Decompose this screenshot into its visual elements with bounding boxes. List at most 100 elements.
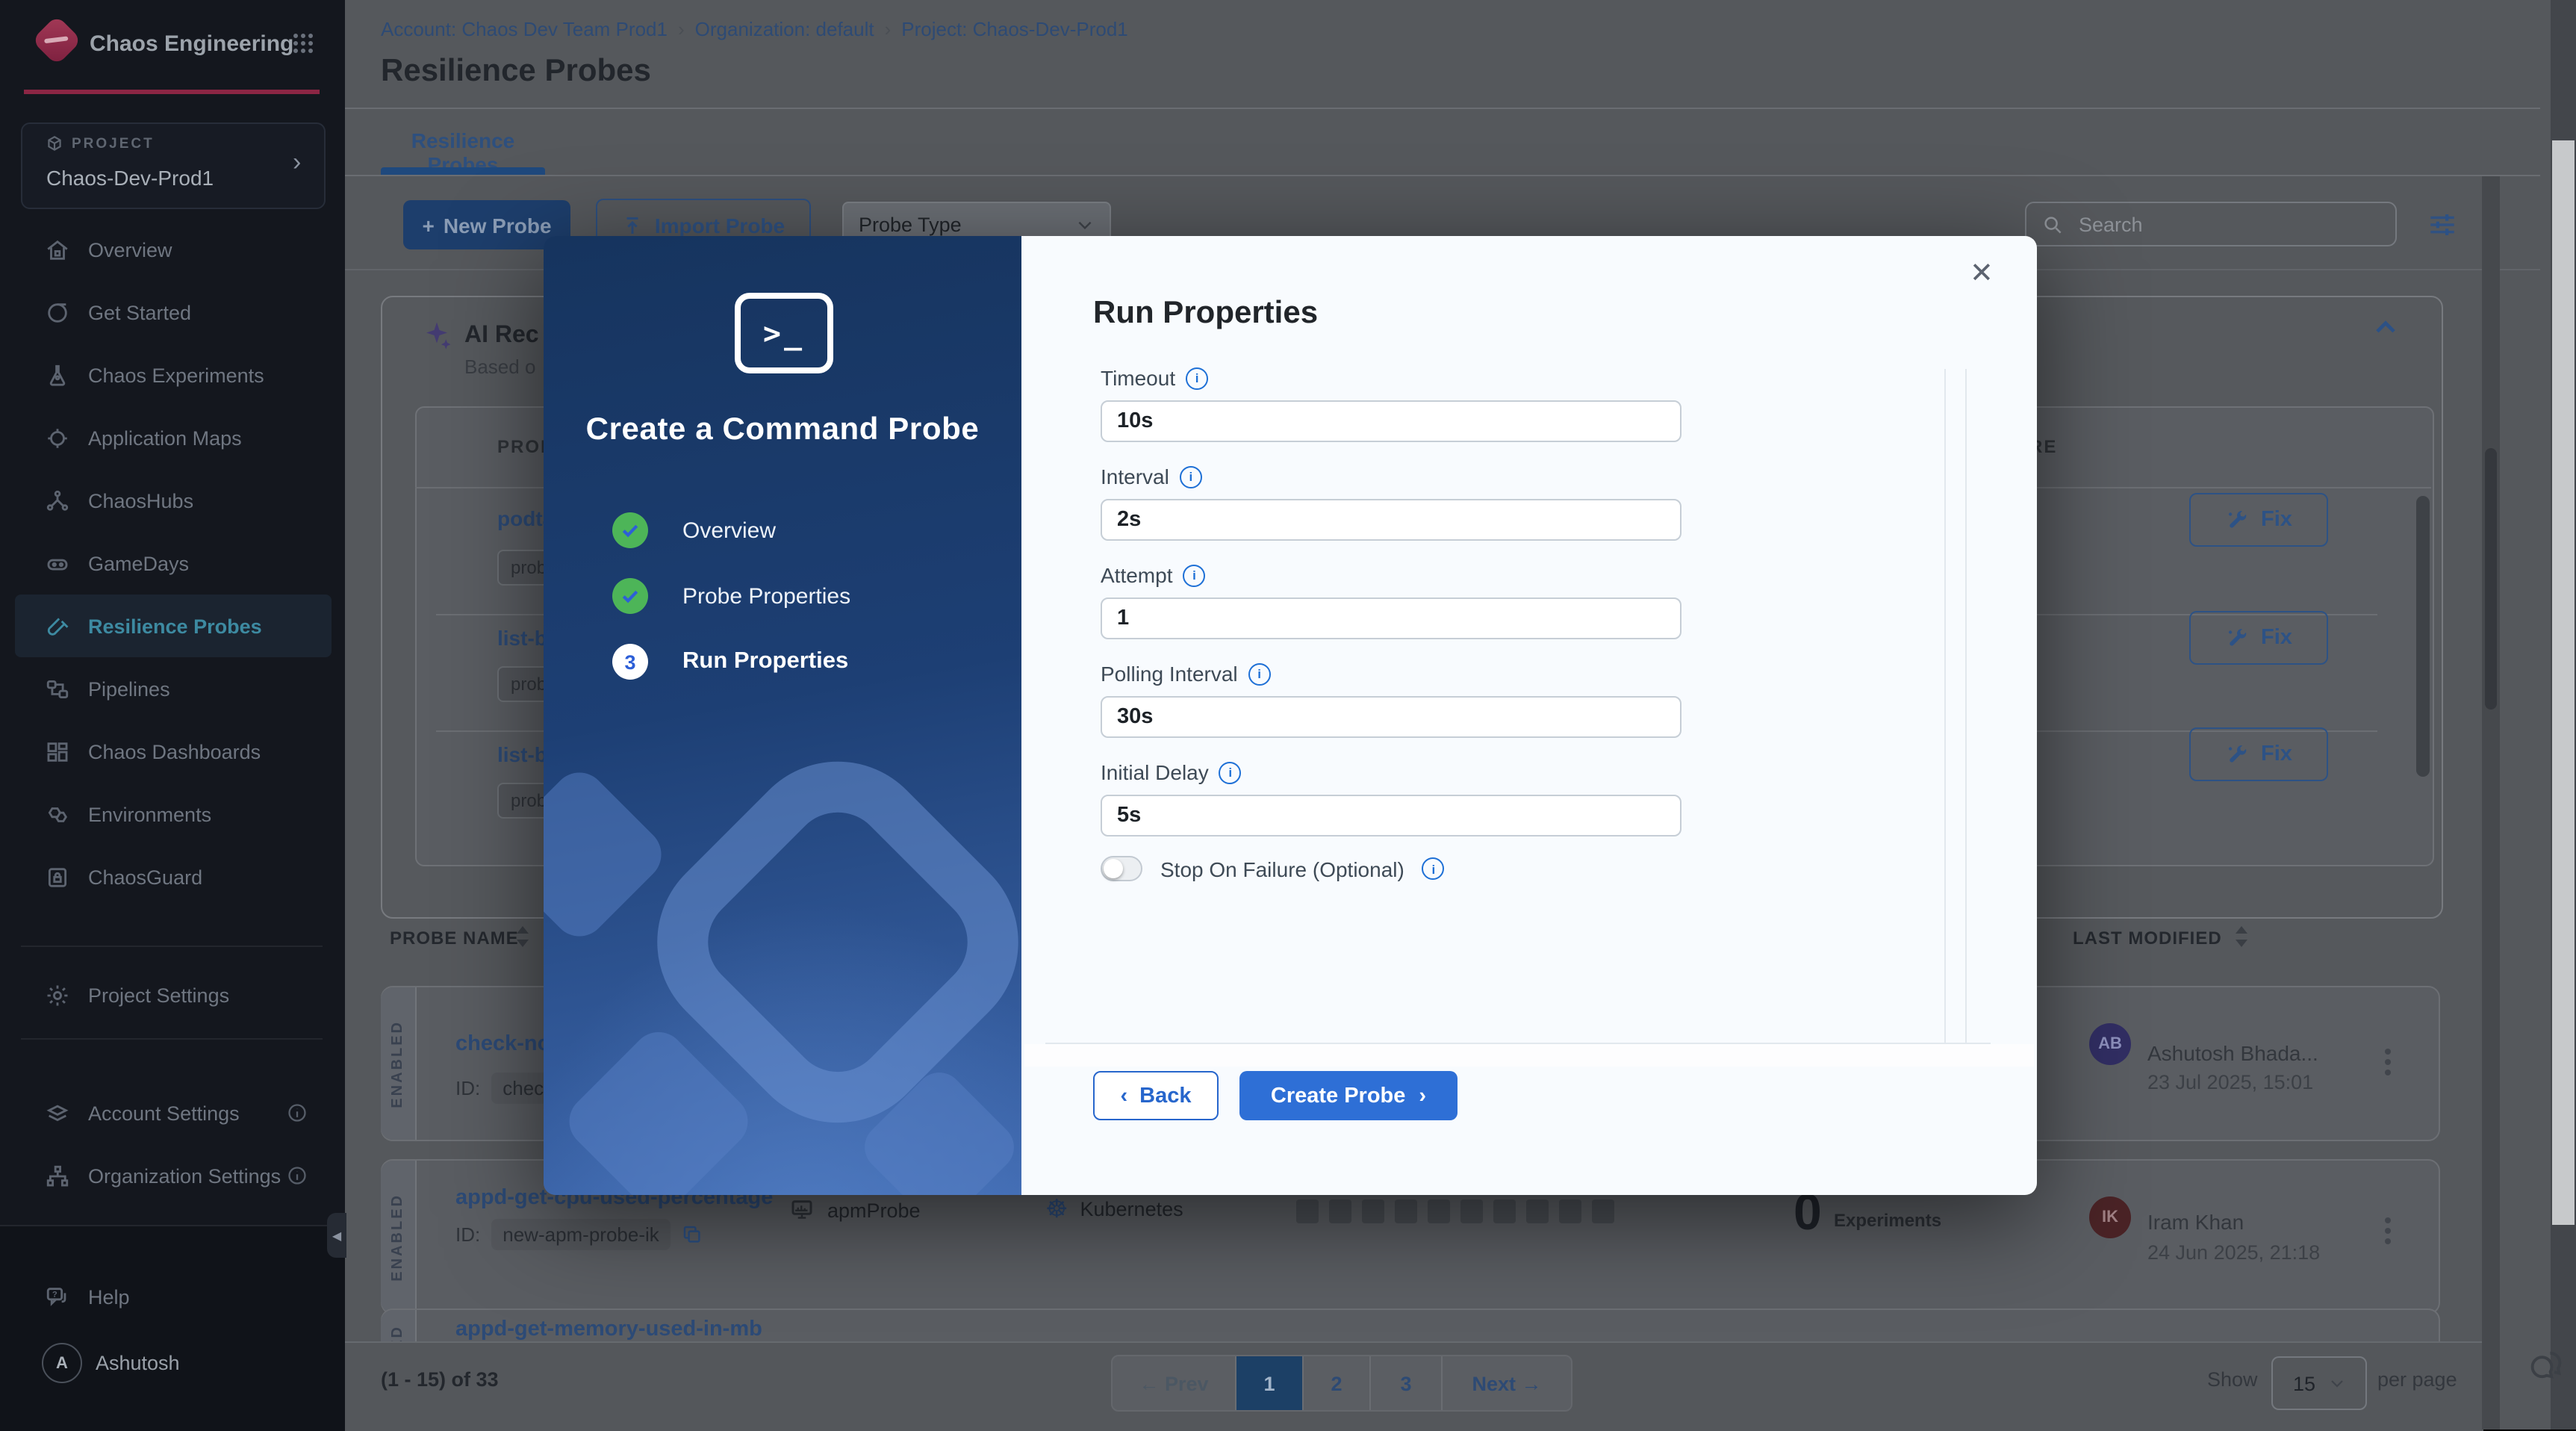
gear-icon <box>45 982 70 1008</box>
browser-scrollbar-thumb[interactable] <box>2552 140 2575 1225</box>
content-scrollbar-thumb[interactable] <box>2485 448 2497 710</box>
attempt-input[interactable] <box>1101 597 1681 639</box>
fix-button[interactable]: Fix <box>2189 611 2328 665</box>
wrench-sparkle-icon <box>2225 507 2250 533</box>
info-icon[interactable]: i <box>1219 761 1242 783</box>
create-probe-label: Create Probe <box>1270 1084 1406 1108</box>
probe-name-link[interactable]: appd-get-memory-used-in-mb <box>455 1317 762 1341</box>
probe-type-value: Probe Type <box>859 213 962 235</box>
collapse-icon: ◀ <box>332 1229 342 1242</box>
info-icon[interactable]: i <box>1179 465 1202 488</box>
ai-list-scrollbar-thumb[interactable] <box>2416 496 2430 777</box>
row-menu-kebab-icon[interactable] <box>2385 1213 2391 1249</box>
chevron-right-icon: › <box>1419 1084 1427 1108</box>
search-input[interactable] <box>2076 211 2351 237</box>
info-icon[interactable]: i <box>1422 857 1445 880</box>
close-icon[interactable]: ✕ <box>1970 257 1994 291</box>
wizard-step-overview[interactable]: Overview <box>612 512 776 548</box>
content-scrollbar-track[interactable] <box>2482 176 2500 1430</box>
page-size-dropdown[interactable]: 15 <box>2271 1356 2367 1410</box>
module-switcher-icon[interactable] <box>291 31 315 55</box>
info-icon[interactable]: i <box>1248 662 1271 685</box>
sidebar-item-chaoshubs[interactable]: ChaosHubs <box>0 469 345 532</box>
wizard-step-probe-properties[interactable]: Probe Properties <box>612 578 850 614</box>
sidebar-collapse-button[interactable]: ◀ <box>327 1213 346 1258</box>
monitor-icon <box>788 1196 815 1223</box>
sidebar-item-pipelines[interactable]: Pipelines <box>0 657 345 720</box>
harness-chaos-logo-icon <box>31 15 82 66</box>
breadcrumb-project-link[interactable]: Project: Chaos-Dev-Prod1 <box>901 18 1127 40</box>
page-3-button[interactable]: 3 <box>1371 1356 1443 1410</box>
breadcrumb-account-link[interactable]: Account: Chaos Dev Team Prod1 <box>381 18 668 40</box>
page-1-button[interactable]: 1 <box>1236 1356 1304 1410</box>
prev-page-button[interactable]: ← Prev <box>1113 1356 1236 1410</box>
infrastructure-cell: ☸ Kubernetes <box>1045 1195 1183 1223</box>
row-menu-kebab-icon[interactable] <box>2385 1044 2391 1080</box>
run-history-placeholder-blocks <box>1296 1199 1614 1223</box>
fix-button[interactable]: Fix <box>2189 493 2328 547</box>
sort-icon[interactable] <box>2234 926 2249 947</box>
sidebar-item-environments[interactable]: Environments <box>0 783 345 845</box>
initial-delay-input[interactable] <box>1101 795 1681 836</box>
help-chat-widget-icon[interactable] <box>2527 1346 2566 1385</box>
wizard-step-run-properties[interactable]: 3 Run Properties <box>612 644 848 680</box>
step-number-badge: 3 <box>612 644 648 680</box>
user-name[interactable]: Ashutosh <box>96 1352 180 1374</box>
chevron-up-icon[interactable] <box>2371 314 2400 342</box>
filter-sliders-icon[interactable] <box>2427 209 2458 240</box>
info-icon[interactable] <box>287 1102 308 1123</box>
sidebar-item-chaosguard[interactable]: ChaosGuard <box>0 845 345 908</box>
layers-icon <box>45 1100 70 1126</box>
sidebar-item-chaos-dashboards[interactable]: Chaos Dashboards <box>0 720 345 783</box>
column-header-last-modified[interactable]: LAST MODIFIED <box>2073 928 2222 949</box>
info-icon[interactable]: i <box>1183 564 1206 586</box>
project-selector[interactable]: PROJECT Chaos-Dev-Prod1 › <box>21 122 326 209</box>
sidebar-item-label: Chaos Experiments <box>88 364 264 386</box>
sidebar-item-account-settings[interactable]: Account Settings <box>0 1081 345 1144</box>
chevron-left-icon: ‹ <box>1120 1084 1128 1108</box>
import-probe-label: Import Probe <box>654 214 785 238</box>
stop-on-failure-toggle[interactable] <box>1101 856 1142 881</box>
status-badge-enabled: ENABLED <box>381 987 417 1140</box>
sidebar-item-project-settings[interactable]: Project Settings <box>0 963 345 1026</box>
chevron-down-icon <box>1075 214 1095 234</box>
interval-input[interactable] <box>1101 499 1681 541</box>
sidebar-item-application-maps[interactable]: Application Maps <box>0 406 345 469</box>
timeout-input[interactable] <box>1101 400 1681 442</box>
sidebar-item-chaos-experiments[interactable]: Chaos Experiments <box>0 344 345 406</box>
active-tab-underline <box>381 167 545 175</box>
toggle-label: Stop On Failure (Optional) <box>1160 857 1404 881</box>
sidebar-item-resilience-probes[interactable]: Resilience Probes <box>15 595 332 657</box>
column-header-probe-name[interactable]: PROBE NAME <box>390 928 519 949</box>
chevron-down-icon <box>2327 1374 2345 1392</box>
sidebar-item-get-started[interactable]: Get Started <box>0 281 345 344</box>
pager: ← Prev 1 2 3 Next → <box>1111 1355 1572 1412</box>
fix-button[interactable]: Fix <box>2189 727 2328 781</box>
info-icon[interactable]: i <box>1186 367 1209 389</box>
sidebar-item-help[interactable]: ? Help <box>0 1265 345 1328</box>
page-2-button[interactable]: 2 <box>1304 1356 1371 1410</box>
info-icon[interactable] <box>287 1165 308 1186</box>
show-label: Show <box>2207 1368 2258 1391</box>
sidebar-item-gamedays[interactable]: GameDays <box>0 532 345 595</box>
sidebar-item-organization-settings[interactable]: Organization Settings <box>0 1144 345 1207</box>
next-page-button[interactable]: Next → <box>1443 1356 1571 1410</box>
ai-panel-title: AI Rec <box>464 323 539 348</box>
user-avatar[interactable]: A <box>42 1343 82 1383</box>
breadcrumb-org-link[interactable]: Organization: default <box>695 18 874 40</box>
terminal-icon: >_ <box>735 293 833 373</box>
sidebar-item-overview[interactable]: Overview <box>0 218 345 281</box>
polling-interval-input[interactable] <box>1101 696 1681 738</box>
sort-icon[interactable] <box>515 926 530 947</box>
ai-panel-subtitle: Based o <box>464 356 536 378</box>
header-divider <box>345 108 2540 109</box>
probe-name-link[interactable]: check-no <box>455 1032 550 1056</box>
create-probe-button[interactable]: Create Probe › <box>1239 1071 1457 1120</box>
brand-title: Chaos Engineering <box>90 31 294 57</box>
field-polling-interval: Polling Interval i <box>1101 662 1698 738</box>
dashboard-icon <box>45 739 70 764</box>
sidebar-footer <box>0 1225 345 1431</box>
back-button[interactable]: ‹ Back <box>1093 1071 1219 1120</box>
fix-label: Fix <box>2261 508 2292 532</box>
copy-icon[interactable] <box>682 1223 704 1246</box>
